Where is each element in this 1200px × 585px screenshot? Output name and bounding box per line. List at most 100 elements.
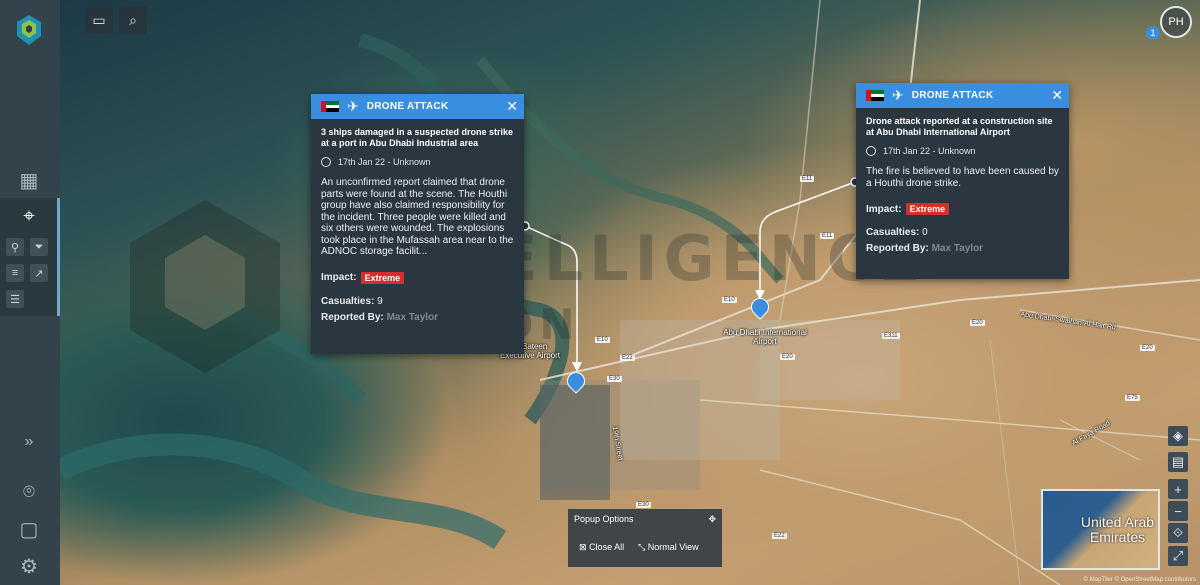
date-text: 17th Jan 22 - Unknown [883,146,976,156]
popup-casualties: Casualties: 9 [321,296,514,307]
close-icon[interactable]: ✕ [1051,87,1063,103]
popup-title: 3 ships damaged in a suspected drone str… [321,127,514,148]
pin-button[interactable]: ⚲ [6,238,24,256]
incident-tools-panel: ⌖ ⚲ ⏷ ≡ ↗ ☰ [0,198,60,316]
road-shield: E11 [800,176,815,182]
layers-icon: ☰ [10,293,20,306]
user-avatar[interactable]: PH [1160,6,1192,38]
close-all-button[interactable]: ⊠ Close All [579,542,624,553]
impact-label: Impact: [321,272,357,283]
zoom-out-button[interactable]: − [1168,501,1188,521]
location-button[interactable]: ⌖ [15,202,43,230]
road-shield: E10 [595,337,610,343]
casualties-label: Casualties: [866,227,920,238]
impact-badge: Extreme [360,271,405,284]
road-shield: E20 [1140,345,1155,351]
road-shield: E75 [1125,395,1140,401]
trend-button[interactable]: ↗ [30,264,48,282]
road-shield: E311 [882,333,900,339]
layers-icon: ◈ [1173,428,1183,443]
settings-icon: ⚙ [20,555,38,578]
folder-icon: ▭ [92,11,106,28]
normal-view-button[interactable]: ⤡ Normal View [638,542,699,553]
list-icon: ≡ [11,267,19,279]
logo-icon [17,15,41,45]
road-shield: E30 [636,502,651,508]
popup-options-title: Popup Options [574,514,634,524]
map-attribution[interactable]: © MapTiler © OpenStreetMap contributors [1084,577,1196,583]
list-button[interactable]: ≡ [6,264,24,282]
road-shield: E20 [780,354,795,360]
plus-icon: + [1174,481,1182,497]
popup-casualties: Casualties: 0 [866,227,1059,238]
chat-button[interactable]: ▢ [15,515,43,543]
popup-description: The fire is believed to have been caused… [866,166,1059,189]
table-view-button[interactable]: ▦ [15,166,43,194]
filter-button[interactable]: ⏷ [30,238,48,256]
table-icon: ▦ [19,169,39,192]
road-shield: E22 [620,355,635,361]
fullscreen-icon: ⤢ [1172,548,1184,563]
uae-flag-icon [321,101,339,113]
double-chevron-right-icon: » [24,433,34,450]
casualties-value: 0 [922,227,928,238]
settings-button[interactable]: ⚙ [15,552,43,580]
uae-flag-icon [866,90,884,102]
date-text: 17th Jan 22 - Unknown [338,157,431,167]
casualties-value: 9 [377,295,383,307]
reported-value: Max Taylor [931,243,984,254]
minimap[interactable]: United Arab Emirates [1041,489,1160,570]
move-icon[interactable]: ✥ [708,514,716,525]
road-shield: E30 [607,376,622,382]
popup-date: 17th Jan 22 - Unknown [866,146,1059,156]
road-shield: E20 [970,320,985,326]
location-outline-button[interactable]: ⌾ [15,478,43,506]
road-shield: E11 [820,233,835,239]
folder-button[interactable]: ▭ [85,6,113,34]
search-location-button[interactable]: ⌕ [119,6,147,34]
popup-date: 17th Jan 22 - Unknown [321,157,514,167]
minus-icon: − [1174,503,1182,519]
popup-type: DRONE ATTACK [911,90,994,101]
fullscreen-button[interactable]: ⟐ [1168,523,1188,543]
close-icon[interactable]: ✕ [506,98,518,114]
popup-options-panel: Popup Options ✥ ⊠ Close All ⤡ Normal View [568,509,722,567]
clock-icon [866,146,876,156]
popup-header: ✈ DRONE ATTACK ✕ [856,83,1069,108]
location-outline-icon: ⌾ [23,480,35,503]
notification-badge[interactable]: 1 [1146,26,1160,40]
map-style-button[interactable]: ▤ [1168,452,1188,472]
drone-icon: ✈ [892,87,904,103]
popup-type: DRONE ATTACK [366,101,449,112]
impact-label: Impact: [866,203,902,215]
casualties-label: Casualties: [321,295,375,307]
reported-label: Reported By: [866,243,929,254]
filter-icon: ⏷ [34,240,44,253]
map-icon: ▤ [1171,454,1185,469]
stack-button[interactable]: ☰ [6,290,24,308]
incident-popup-right[interactable]: ✈ DRONE ATTACK ✕ Drone attack reported a… [856,83,1069,279]
app-logo[interactable] [14,12,44,48]
watermark-logo [120,195,290,385]
road-shield: E22 [772,533,787,539]
road-shield: E10 [722,297,737,303]
close-all-label: Close All [589,542,625,552]
sidebar: ▦ ⌖ ⚲ ⏷ ≡ ↗ ☰ » ⌾ ▢ ⚙ [0,0,60,585]
incident-popup-left[interactable]: ✈ DRONE ATTACK ✕ 3 ships damaged in a su… [311,94,524,354]
close-all-icon: ⊠ [579,542,587,552]
location-icon: ⌖ [23,204,35,227]
search-location-icon: ⌕ [129,11,137,28]
popup-impact: Impact: Extreme [866,203,1059,215]
zoom-in-button[interactable]: + [1168,479,1188,499]
impact-badge: Extreme [905,203,950,215]
expand-map-button[interactable]: ⤢ [1168,546,1188,566]
popup-header: ✈ DRONE ATTACK ✕ [311,94,524,119]
pin-icon: ⚲ [10,241,20,254]
clock-icon [321,157,331,167]
popup-reported-by: Reported By: Max Taylor [321,312,514,323]
popup-reported-by: Reported By: Max Taylor [866,243,1059,254]
reported-value: Max Taylor [386,311,439,323]
layers-button[interactable]: ◈ [1168,426,1188,446]
expand-sidebar-button[interactable]: » [15,428,43,456]
chat-icon: ▢ [19,518,39,541]
